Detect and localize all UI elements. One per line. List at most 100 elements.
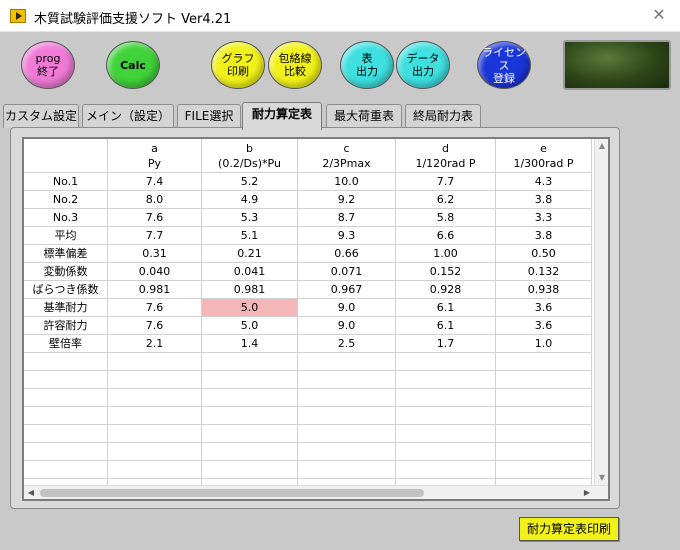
- row-label: ばらつき係数: [24, 281, 108, 299]
- table-cell: 7.4: [108, 173, 202, 191]
- empty-cell: [396, 461, 496, 479]
- empty-cell: [24, 389, 108, 407]
- empty-cell: [396, 353, 496, 371]
- table-corner-cell: [24, 139, 108, 173]
- tab-ultimate-strength-table[interactable]: 終局耐力表: [405, 104, 481, 128]
- data-output-button[interactable]: データ 出力: [396, 41, 450, 89]
- empty-cell: [298, 371, 396, 389]
- table-cell: 7.6: [108, 209, 202, 227]
- table-cell: 4.3: [496, 173, 592, 191]
- empty-cell: [24, 353, 108, 371]
- empty-cell: [108, 407, 202, 425]
- strength-table: a Py b (0.2/Ds)*Pu c 2/3Pmax d 1/120rad P e 1/300…: [22, 137, 610, 501]
- table-cell: 0.981: [108, 281, 202, 299]
- table-cell: 5.3: [202, 209, 298, 227]
- envelope-compare-button[interactable]: 包絡線 比較: [268, 41, 322, 89]
- tab-main-settings[interactable]: メイン（設定）: [82, 104, 174, 128]
- prog-exit-button[interactable]: prog 終了: [21, 41, 75, 89]
- table-output-button[interactable]: 表 出力: [340, 41, 394, 89]
- print-strength-table-button[interactable]: 耐力算定表印刷: [519, 517, 619, 541]
- empty-cell: [202, 443, 298, 461]
- row-label: 基準耐力: [24, 299, 108, 317]
- close-button[interactable]: ✕: [648, 4, 670, 26]
- scroll-up-icon[interactable]: ▲: [595, 139, 608, 153]
- empty-cell: [24, 407, 108, 425]
- scroll-down-icon[interactable]: ▼: [595, 471, 608, 485]
- table-cell: 0.071: [298, 263, 396, 281]
- empty-cell: [24, 371, 108, 389]
- empty-cell: [298, 407, 396, 425]
- row-label: 許容耐力: [24, 317, 108, 335]
- column-header: e 1/300rad P: [496, 139, 592, 173]
- title-bar: 木質試験評価支援ソフト Ver4.21 ✕: [0, 0, 680, 32]
- column-letter: a: [151, 142, 158, 155]
- tab-strength-table[interactable]: 耐力算定表: [242, 102, 322, 130]
- horizontal-scroll-thumb[interactable]: [40, 489, 424, 497]
- table-cell: 1.4: [202, 335, 298, 353]
- empty-cell: [496, 389, 592, 407]
- empty-cell: [298, 443, 396, 461]
- window-title: 木質試験評価支援ソフト Ver4.21: [34, 12, 232, 27]
- column-letter: e: [540, 142, 547, 155]
- column-name: 1/300rad P: [513, 157, 574, 170]
- empty-cell: [298, 389, 396, 407]
- table-cell: 2.1: [108, 335, 202, 353]
- table-cell: 0.66: [298, 245, 396, 263]
- table-cell: 6.1: [396, 317, 496, 335]
- empty-cell: [396, 371, 496, 389]
- table-cell: 3.6: [496, 299, 592, 317]
- row-label: 平均: [24, 227, 108, 245]
- table-cell: 6.1: [396, 299, 496, 317]
- empty-cell: [202, 371, 298, 389]
- table-cell: 0.938: [496, 281, 592, 299]
- vertical-scrollbar[interactable]: ▲ ▼: [594, 139, 608, 485]
- table-cell: 0.21: [202, 245, 298, 263]
- empty-cell: [108, 461, 202, 479]
- empty-cell: [298, 353, 396, 371]
- table-cell: 0.50: [496, 245, 592, 263]
- empty-cell: [24, 461, 108, 479]
- table-cell: 3.8: [496, 227, 592, 245]
- table-cell: 0.132: [496, 263, 592, 281]
- empty-cell: [202, 407, 298, 425]
- calc-button[interactable]: Calc: [106, 41, 160, 89]
- table-cell: 0.040: [108, 263, 202, 281]
- status-indicator: [563, 40, 671, 90]
- table-cell: 7.6: [108, 317, 202, 335]
- empty-cell: [202, 425, 298, 443]
- table-cell: 10.0: [298, 173, 396, 191]
- tab-max-load-table[interactable]: 最大荷重表: [326, 104, 402, 128]
- column-header: d 1/120rad P: [396, 139, 496, 173]
- empty-cell: [298, 461, 396, 479]
- empty-cell: [24, 443, 108, 461]
- table-cell: 0.981: [202, 281, 298, 299]
- empty-cell: [24, 425, 108, 443]
- column-letter: b: [246, 142, 253, 155]
- table-cell: 5.0: [202, 317, 298, 335]
- column-header: c 2/3Pmax: [298, 139, 396, 173]
- tab-file-select[interactable]: FILE選択: [177, 104, 241, 128]
- horizontal-scrollbar[interactable]: ◀ ▶: [24, 485, 608, 499]
- empty-cell: [496, 371, 592, 389]
- empty-cell: [202, 389, 298, 407]
- column-letter: d: [442, 142, 449, 155]
- graph-print-button[interactable]: グラフ 印刷: [211, 41, 265, 89]
- table-cell: 6.6: [396, 227, 496, 245]
- empty-cell: [108, 425, 202, 443]
- empty-cell: [496, 443, 592, 461]
- table-cell: 5.2: [202, 173, 298, 191]
- table-cell: 6.2: [396, 191, 496, 209]
- table-cell: 8.7: [298, 209, 396, 227]
- license-register-button[interactable]: ライセンス 登録: [477, 41, 531, 89]
- toolbar: prog 終了 Calc グラフ 印刷 包絡線 比較 表 出力 データ 出力 ラ…: [0, 32, 680, 98]
- table-cell: 0.967: [298, 281, 396, 299]
- scroll-left-icon[interactable]: ◀: [24, 486, 38, 499]
- column-letter: c: [343, 142, 350, 155]
- scroll-right-icon[interactable]: ▶: [580, 486, 594, 499]
- tab-custom-settings[interactable]: カスタム設定: [3, 104, 79, 128]
- empty-cell: [108, 389, 202, 407]
- table-cell: 7.7: [108, 227, 202, 245]
- table-cell: 9.0: [298, 299, 396, 317]
- table-cell: 0.152: [396, 263, 496, 281]
- table-cell: 1.0: [496, 335, 592, 353]
